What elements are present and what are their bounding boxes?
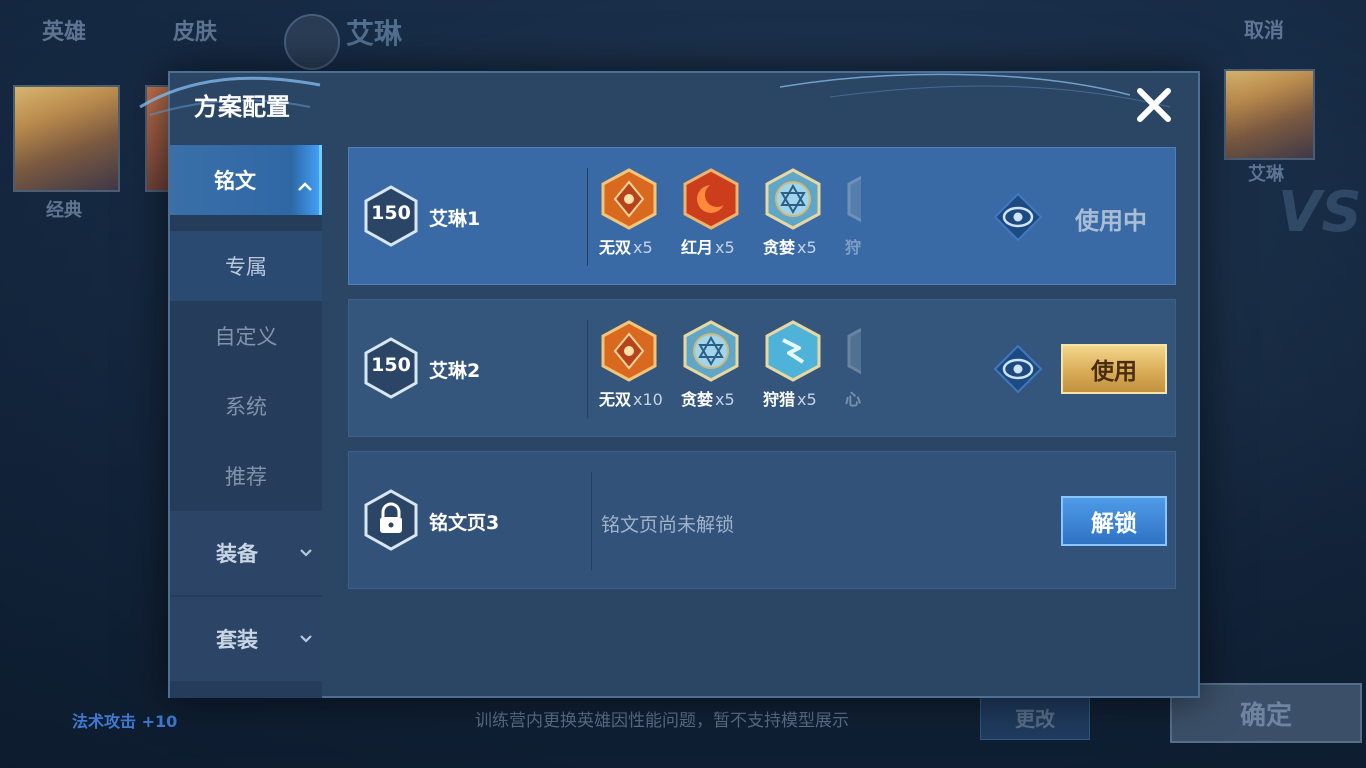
rune-level: 150 (371, 354, 411, 376)
stat-bonus: 法术攻击 +10 (72, 708, 177, 732)
plan-config-modal: 方案配置 铭文 专属 自定义 系统 推荐 装备 套装 150 艾琳1 无双 x5… (139, 71, 1200, 698)
partial-rune-icon (847, 175, 861, 223)
sidebar-item-label: 装备 (216, 542, 258, 566)
sidebar-item-equipment[interactable]: 装备 (170, 511, 322, 595)
stat-value: +10 (141, 712, 178, 731)
row-divider (591, 472, 592, 570)
rune-label: 心 (845, 390, 861, 409)
partial-rune-icon (847, 327, 861, 375)
rune-page-row-locked[interactable]: 铭文页3 铭文页尚未解锁 解锁 (348, 451, 1176, 589)
wushuang-rune-icon (601, 320, 657, 382)
close-button[interactable] (1132, 83, 1176, 127)
header-swoosh-decoration (139, 73, 1171, 116)
eye-icon[interactable] (993, 344, 1043, 394)
sidebar-item-label: 专属 (225, 255, 267, 279)
in-use-status: 使用中 (1075, 207, 1147, 235)
sidebar-item-exclusive[interactable]: 专属 (170, 231, 322, 301)
use-button[interactable]: 使用 (1061, 344, 1167, 394)
sidebar-item-inscription[interactable]: 铭文 (170, 145, 322, 215)
sidebar-item-label: 系统 (225, 395, 267, 419)
close-icon (1137, 88, 1171, 122)
sidebar-item-set[interactable]: 套装 (170, 597, 322, 681)
rune-label: 贪婪 x5 (763, 238, 817, 257)
locked-message: 铭文页尚未解锁 (601, 514, 735, 536)
rune-page-name: 艾琳1 (429, 208, 481, 230)
rune-level: 150 (371, 202, 411, 224)
chevron-down-icon (300, 549, 312, 557)
tanlan-rune-icon (765, 168, 821, 230)
lock-icon (364, 489, 418, 551)
rune-page-name: 艾琳2 (429, 360, 481, 382)
hongyue-rune-icon (683, 168, 739, 230)
chevron-down-icon (300, 635, 312, 643)
rune-page-row[interactable]: 150 艾琳1 无双 x5 红月 x5 贪婪 x5 狩 使用中 (348, 147, 1176, 285)
hero-portrait (1224, 69, 1315, 160)
sidebar-item-label: 铭文 (214, 169, 256, 193)
rune-summary: 无双 x5 红月 x5 贪婪 x5 狩 (599, 168, 861, 268)
model-notice: 训练营内更换英雄因性能问题，暂不支持模型展示 (475, 711, 849, 731)
stat-label: 法术攻击 (72, 712, 137, 731)
modal-header: 方案配置 (139, 73, 1198, 145)
row-divider (587, 320, 588, 418)
sidebar-item-system[interactable]: 系统 (170, 371, 322, 441)
hero-name: 艾琳 (346, 17, 403, 50)
rune-label: 贪婪 x5 (681, 390, 735, 409)
sidebar-item-custom[interactable]: 自定义 (170, 301, 322, 371)
tanlan-rune-icon (683, 320, 739, 382)
hero-class-icon (284, 14, 340, 70)
rune-label: 狩 (845, 238, 861, 257)
row-divider (587, 168, 588, 266)
sidebar-item-label: 套装 (216, 628, 258, 652)
rune-label: 无双 x5 (599, 238, 653, 257)
skin-tab[interactable]: 皮肤 (173, 14, 217, 46)
vs-decoration: VS (1278, 180, 1362, 245)
skin-portrait-classic[interactable] (13, 85, 120, 192)
change-button[interactable]: 更改 (980, 694, 1090, 740)
shoulie-rune-icon (765, 320, 821, 382)
sidebar-item-label: 推荐 (225, 465, 267, 489)
rune-label: 红月 x5 (681, 238, 735, 257)
rune-label: 无双 x10 (599, 390, 663, 409)
rune-summary: 无双 x10 贪婪 x5 狩猎 x5 心 (599, 320, 861, 420)
eye-icon[interactable] (993, 192, 1043, 242)
chevron-up-icon (298, 182, 312, 191)
hero-tab[interactable]: 英雄 (42, 14, 86, 46)
skin-portrait-label: 经典 (46, 200, 82, 221)
modal-title: 方案配置 (194, 93, 290, 121)
sidebar-item-recommend[interactable]: 推荐 (170, 441, 322, 511)
rune-page-name: 铭文页3 (429, 512, 500, 534)
rune-label: 狩猎 x5 (763, 390, 817, 409)
rune-page-row[interactable]: 150 艾琳2 无双 x10 贪婪 x5 狩猎 x5 心 使用 (348, 299, 1176, 437)
sidebar: 铭文 专属 自定义 系统 推荐 装备 套装 (170, 145, 322, 698)
cancel-button[interactable]: 取消 (1244, 14, 1284, 43)
sidebar-item-label: 自定义 (214, 325, 278, 349)
unlock-button[interactable]: 解锁 (1061, 496, 1167, 546)
wushuang-rune-icon (601, 168, 657, 230)
